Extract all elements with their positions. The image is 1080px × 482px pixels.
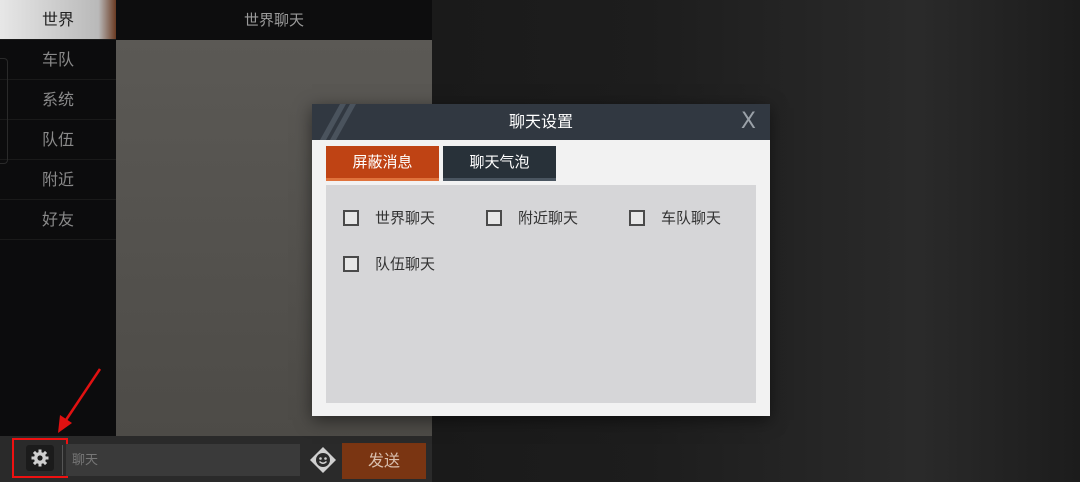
close-icon[interactable]: X [741,104,756,140]
sidebar-item-world[interactable]: 世界 [0,0,116,40]
checkbox[interactable] [486,209,502,226]
emoji-icon[interactable] [309,446,337,474]
sidebar-item-friends[interactable]: 好友 [0,200,116,240]
chat-channel-title: 世界聊天 [116,0,432,40]
option-label: 车队聊天 [661,209,722,227]
sidebar-item-team[interactable]: 车队 [0,40,116,80]
input-divider [62,445,63,475]
red-arrow-icon [58,368,102,433]
option-label: 队伍聊天 [375,255,436,273]
chat-input[interactable] [66,444,300,476]
checkbox[interactable] [343,209,359,226]
sidebar-handle [0,58,8,164]
option-squad-chat[interactable]: 队伍聊天 [343,253,435,274]
option-team-chat[interactable]: 车队聊天 [629,207,721,228]
option-nearby-chat[interactable]: 附近聊天 [486,207,578,228]
option-label: 世界聊天 [375,209,436,227]
checkbox[interactable] [343,255,359,272]
dialog-title: 聊天设置 [508,112,573,131]
sidebar-item-nearby[interactable]: 附近 [0,160,116,200]
tab-block-messages[interactable]: 屏蔽消息 [326,146,439,181]
block-options-panel: 世界聊天 附近聊天 车队聊天 队伍聊天 [326,185,756,403]
header-stripes-decoration [320,104,356,140]
chat-settings-dialog: 聊天设置 X 屏蔽消息 聊天气泡 世界聊天 附近聊天 车队聊天 队伍聊天 [312,104,770,416]
sidebar-item-squad[interactable]: 队伍 [0,120,116,160]
sidebar-item-system[interactable]: 系统 [0,80,116,120]
option-label: 附近聊天 [518,209,579,227]
dialog-header: 聊天设置 X [312,104,770,140]
dialog-tabs: 屏蔽消息 聊天气泡 [326,146,556,182]
option-world-chat[interactable]: 世界聊天 [343,207,435,228]
checkbox[interactable] [629,209,645,226]
tab-chat-bubble[interactable]: 聊天气泡 [443,146,556,181]
chat-settings-button[interactable] [12,438,68,478]
send-button[interactable]: 发送 [342,443,426,479]
gear-icon [26,445,54,471]
